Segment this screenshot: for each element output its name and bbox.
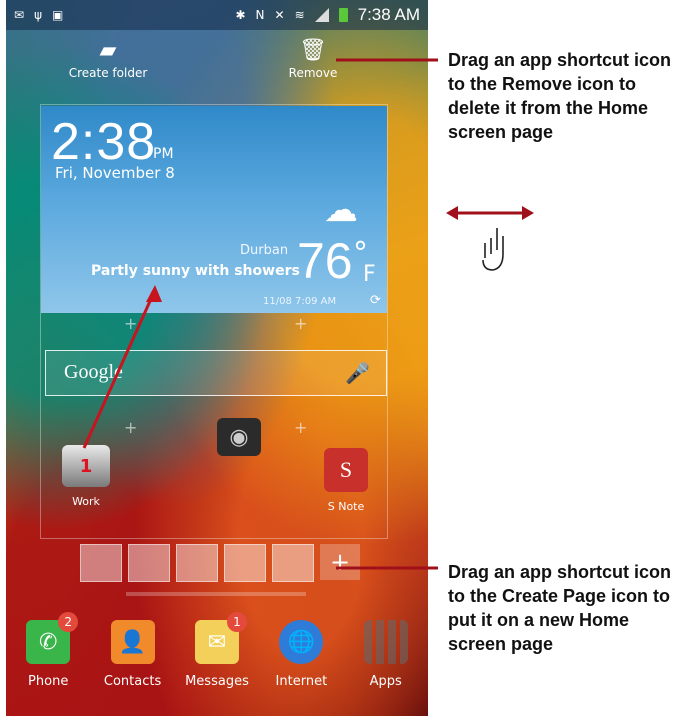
snote-app-shortcut[interactable]: S S Note bbox=[315, 448, 377, 513]
dock-item-messages[interactable]: ✉ 1 Messages bbox=[177, 612, 257, 710]
weather-widget[interactable]: 2:38 PM Fri, November 8 ☁ Durban Partly … bbox=[41, 106, 387, 313]
status-icons-right: ✱ N ✕ ≋ 7:38 AM bbox=[235, 5, 420, 25]
weather-cloud-icon: ☁ bbox=[324, 190, 358, 230]
grid-plus-icon: + bbox=[124, 314, 138, 333]
work-icon: 1 bbox=[62, 445, 110, 487]
signal-icon bbox=[314, 8, 329, 22]
folder-plus-icon: ▰ bbox=[99, 38, 117, 63]
phone-screen: ✉ ψ ▣ ✱ N ✕ ≋ 7:38 AM ▰ Create folder 🗑 … bbox=[6, 0, 428, 716]
google-search-bar[interactable]: Google 🎤 bbox=[45, 350, 387, 396]
create-folder-button[interactable]: ▰ Create folder bbox=[48, 36, 168, 80]
battery-icon bbox=[338, 8, 348, 22]
weather-updated: 11/08 7:09 AM bbox=[263, 296, 337, 307]
phone-badge: 2 bbox=[58, 612, 79, 632]
gallery-icon: ▣ bbox=[51, 8, 64, 22]
swipe-arrow-right-head bbox=[522, 206, 534, 220]
dock-item-contacts[interactable]: 👤 Contacts bbox=[93, 620, 173, 710]
phone-icon: ✆ 2 bbox=[26, 612, 79, 664]
edit-toolbar: ▰ Create folder 🗑 Remove bbox=[6, 36, 428, 96]
wifi-icon: ≋ bbox=[294, 8, 305, 22]
page-thumbnail[interactable] bbox=[80, 544, 122, 582]
page-indicator bbox=[126, 592, 306, 596]
apps-grid-icon bbox=[363, 620, 408, 664]
contacts-icon: 👤 bbox=[110, 620, 155, 664]
page-thumbnail[interactable] bbox=[224, 544, 266, 582]
camera-icon: ◉ bbox=[217, 418, 261, 456]
messages-badge: 1 bbox=[226, 612, 247, 632]
weather-city: Durban bbox=[240, 243, 289, 258]
remove-label: Remove bbox=[288, 66, 338, 80]
camera-app-shortcut[interactable]: ◉ bbox=[209, 418, 269, 456]
status-bar: ✉ ψ ▣ ✱ N ✕ ≋ 7:38 AM bbox=[6, 0, 428, 30]
internet-icon: 🌐 bbox=[279, 620, 324, 664]
messages-icon: ✉ 1 bbox=[194, 612, 247, 664]
create-page-button[interactable]: + bbox=[320, 544, 360, 580]
page-thumbnail[interactable] bbox=[272, 544, 314, 582]
status-icons-left: ✉ ψ ▣ bbox=[14, 8, 63, 22]
work-app-shortcut[interactable]: 1 Work bbox=[51, 445, 121, 508]
annotation-create-page: Drag an app shortcut icon to the Create … bbox=[448, 562, 672, 654]
work-label: Work bbox=[72, 495, 100, 508]
mic-icon[interactable]: 🎤 bbox=[345, 361, 370, 385]
app-dock: ✆ 2 Phone 👤 Contacts ✉ 1 Messages 🌐 Intern… bbox=[6, 612, 428, 710]
mail-icon: ✉ bbox=[14, 8, 25, 22]
grid-plus-icon: + bbox=[124, 418, 138, 437]
clock-ampm: PM bbox=[153, 146, 174, 162]
grid-plus-icon: + bbox=[294, 314, 308, 333]
remove-button[interactable]: 🗑 Remove bbox=[253, 36, 373, 80]
apps-label: Apps bbox=[369, 674, 402, 689]
trash-icon: 🗑 bbox=[299, 38, 327, 63]
google-logo: Google bbox=[64, 361, 123, 383]
page-thumbnails: + bbox=[80, 544, 360, 584]
weather-temperature: 76 bbox=[297, 233, 353, 289]
snote-label: S Note bbox=[327, 500, 365, 513]
dock-item-apps[interactable]: Apps bbox=[346, 620, 426, 710]
snote-icon: S bbox=[324, 448, 368, 492]
create-folder-label: Create folder bbox=[68, 66, 148, 80]
refresh-icon[interactable]: ⟳ bbox=[370, 293, 381, 308]
mute-icon: ✕ bbox=[274, 8, 285, 22]
annotation-remove: Drag an app shortcut icon to the Remove … bbox=[448, 50, 672, 142]
grid-plus-icon: + bbox=[294, 418, 308, 437]
weather-unit: F bbox=[363, 262, 376, 287]
dock-item-phone[interactable]: ✆ 2 Phone bbox=[8, 612, 88, 710]
nfc-icon: N bbox=[255, 8, 265, 22]
dock-item-internet[interactable]: 🌐 Internet bbox=[261, 620, 341, 710]
page-thumbnail[interactable] bbox=[128, 544, 170, 582]
work-badge: 1 bbox=[79, 455, 93, 477]
swipe-arrow-left-head bbox=[446, 206, 458, 220]
internet-label: Internet bbox=[275, 674, 328, 689]
phone-label: Phone bbox=[28, 674, 69, 689]
contacts-label: Contacts bbox=[103, 674, 162, 689]
clock-time: 2:38 bbox=[51, 113, 157, 171]
usb-icon: ψ bbox=[34, 8, 42, 22]
clock-date: Fri, November 8 bbox=[55, 164, 175, 182]
messages-label: Messages bbox=[185, 674, 249, 689]
status-time: 7:38 AM bbox=[357, 5, 420, 24]
swipe-hand-icon bbox=[482, 228, 504, 271]
weather-condition: Partly sunny with showers bbox=[91, 263, 300, 279]
bluetooth-icon: ✱ bbox=[235, 8, 246, 22]
page-thumbnail[interactable] bbox=[176, 544, 218, 582]
